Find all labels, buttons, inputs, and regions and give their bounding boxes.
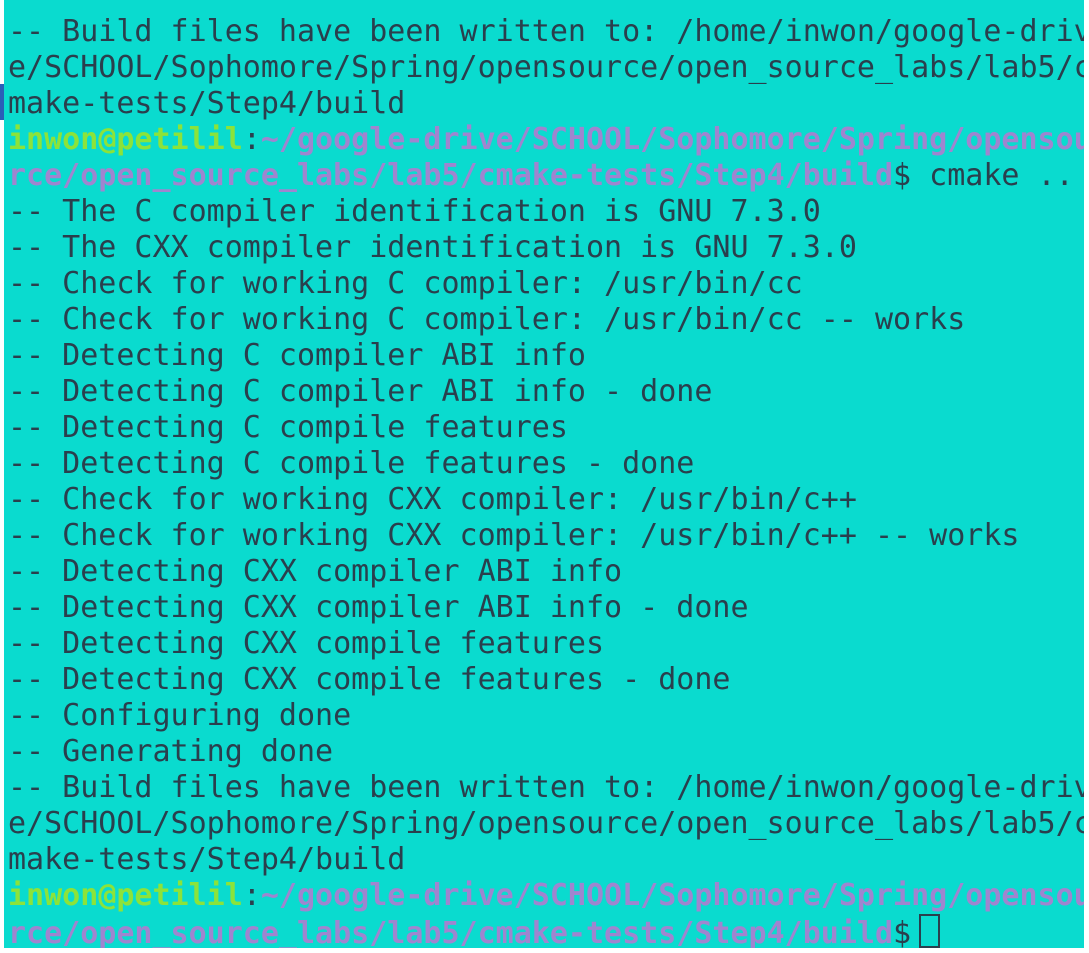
output-line: -- Detecting CXX compiler ABI info - don… <box>8 590 749 625</box>
output-line: -- Detecting CXX compile features - done <box>8 662 731 697</box>
prompt-path-continued: rce/open_source_labs/lab5/cmake-tests/St… <box>8 158 894 193</box>
output-line: make-tests/Step4/build <box>8 86 406 121</box>
prompt-dollar: $ <box>893 916 912 948</box>
window-right-edge <box>1084 0 1089 953</box>
prompt-line: inwon@petilil:~/google-drive/SCHOOL/Soph… <box>8 122 1084 158</box>
output-line: -- Detecting C compile features <box>8 410 568 445</box>
prompt-colon: : <box>242 122 261 157</box>
prompt-path: ~/google-drive/SCHOOL/Sophomore/Spring/o… <box>260 122 1084 157</box>
prompt-user-host: inwon@petilil <box>8 122 243 157</box>
output-line: e/SCHOOL/Sophomore/Spring/opensource/ope… <box>8 50 1084 85</box>
terminal-window: -- Build files have been written to: /ho… <box>0 0 1089 953</box>
prompt-path-continued: rce/open_source_labs/lab5/cmake-tests/St… <box>8 916 894 948</box>
output-line: -- Configuring done <box>8 698 352 733</box>
terminal-cursor[interactable] <box>919 914 941 948</box>
output-line: -- Check for working CXX compiler: /usr/… <box>8 518 1020 553</box>
prompt-path: ~/google-drive/SCHOOL/Sophomore/Spring/o… <box>260 878 1084 913</box>
output-line: make-tests/Step4/build <box>8 842 406 877</box>
terminal-output[interactable]: -- Build files have been written to: /ho… <box>4 0 1084 948</box>
output-line: -- Detecting C compiler ABI info <box>8 338 586 373</box>
prompt-line-continued: rce/open_source_labs/lab5/cmake-tests/St… <box>8 914 941 948</box>
output-line: -- The C compiler identification is GNU … <box>8 194 821 229</box>
prompt-colon: : <box>242 878 261 913</box>
output-line: -- Detecting CXX compile features <box>8 626 605 661</box>
prompt-command: cmake .. <box>911 158 1074 193</box>
prompt-line: inwon@petilil:~/google-drive/SCHOOL/Soph… <box>8 878 1084 914</box>
output-line: -- Check for working C compiler: /usr/bi… <box>8 302 966 337</box>
output-line: -- Detecting C compiler ABI info - done <box>8 374 713 409</box>
output-line: -- Generating done <box>8 734 334 769</box>
output-line: -- The CXX compiler identification is GN… <box>8 230 857 265</box>
output-line: -- Detecting C compile features - done <box>8 446 695 481</box>
prompt-line-continued: rce/open_source_labs/lab5/cmake-tests/St… <box>8 158 1074 194</box>
output-line: e/SCHOOL/Sophomore/Spring/opensource/ope… <box>8 806 1084 841</box>
window-bottom-edge <box>0 948 1089 953</box>
output-line: -- Build files have been written to: /ho… <box>8 14 1084 49</box>
output-line: -- Check for working CXX compiler: /usr/… <box>8 482 857 517</box>
prompt-dollar: $ <box>893 158 912 193</box>
output-line: -- Detecting CXX compiler ABI info <box>8 554 623 589</box>
output-line: -- Build files have been written to: /ho… <box>8 770 1084 805</box>
output-line: -- Check for working C compiler: /usr/bi… <box>8 266 803 301</box>
prompt-user-host: inwon@petilil <box>8 878 243 913</box>
